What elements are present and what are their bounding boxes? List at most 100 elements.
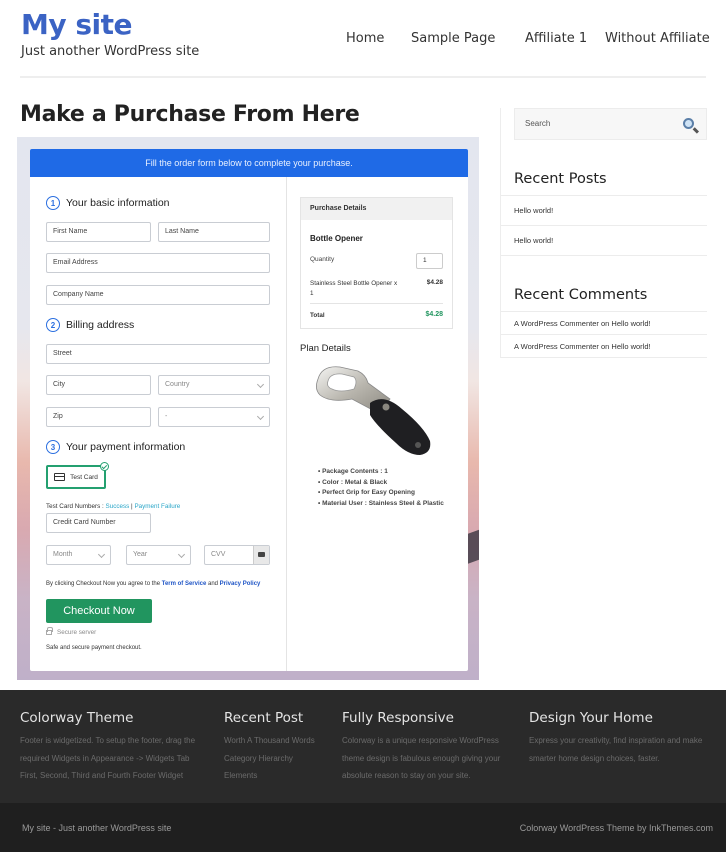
- footer-text: Colorway is a unique responsive WordPres…: [342, 736, 499, 745]
- footer-col-recent-post: Recent Post Worth A Thousand Words Categ…: [224, 710, 315, 785]
- nav-without-affiliate[interactable]: Without Affiliate: [605, 31, 710, 46]
- agree-text: By clicking Checkout Now you agree to th…: [46, 581, 162, 587]
- email-input[interactable]: Email Address: [46, 253, 270, 273]
- step-number: 2: [46, 318, 60, 332]
- step-number: 3: [46, 440, 60, 454]
- credit-card-icon: [54, 473, 66, 481]
- footer-link[interactable]: Category Hierarchy: [224, 750, 315, 768]
- footer-link[interactable]: Elements: [224, 767, 315, 785]
- nav-affiliate-1[interactable]: Affiliate 1: [525, 31, 587, 46]
- header-divider: [20, 76, 706, 78]
- chevron-down-icon: [256, 380, 265, 389]
- footer-text: required Widgets in Appearance -> Widget…: [20, 753, 190, 763]
- line-item-price: $4.28: [426, 279, 443, 286]
- state-select[interactable]: -: [158, 407, 270, 427]
- city-input[interactable]: City: [46, 375, 151, 395]
- last-name-input[interactable]: Last Name: [158, 222, 270, 242]
- recent-posts-title: Recent Posts: [514, 171, 607, 187]
- site-header: My site Just another WordPress site Home…: [0, 0, 726, 90]
- state-value: -: [165, 413, 168, 420]
- recent-comment-link[interactable]: A WordPress Commenter on Hello world!: [501, 312, 707, 335]
- country-value: Country: [165, 381, 190, 388]
- footer-widgets: Colorway Theme Footer is widgetized. To …: [0, 690, 726, 803]
- nav-sample-page[interactable]: Sample Page: [411, 31, 495, 46]
- safe-checkout-note: Safe and secure payment checkout.: [46, 645, 142, 651]
- quantity-label: Quantity: [310, 256, 335, 263]
- chevron-down-icon: [97, 550, 106, 559]
- company-input[interactable]: Company Name: [46, 285, 270, 305]
- first-name-input[interactable]: First Name: [46, 222, 151, 242]
- divider: [310, 303, 443, 304]
- total-label: Total: [310, 312, 325, 319]
- payment-method-label: Test Card: [70, 473, 98, 481]
- section-title: Your payment information: [66, 441, 186, 453]
- card-cvv-icon: [253, 546, 269, 564]
- nav-home[interactable]: Home: [346, 31, 384, 46]
- plan-feature: Perfect Grip for Easy Opening: [318, 488, 448, 499]
- footer-site-credit: My site - Just another WordPress site: [22, 823, 172, 833]
- recent-comments-title: Recent Comments: [514, 287, 648, 303]
- section-billing: 2 Billing address: [46, 318, 134, 332]
- footer-link[interactable]: Worth A Thousand Words: [224, 732, 315, 750]
- terms-link[interactable]: Term of Service: [162, 581, 207, 587]
- country-select[interactable]: Country: [158, 375, 270, 395]
- footer-col-design-home: Design Your Home Express your creativity…: [529, 710, 702, 767]
- success-link[interactable]: Success: [106, 503, 130, 510]
- section-basic-info: 1 Your basic information: [46, 196, 170, 210]
- bottle-opener-image: [316, 366, 431, 455]
- page-title: Make a Purchase From Here: [20, 102, 360, 127]
- search-icon[interactable]: [683, 118, 694, 129]
- footer-text: Footer is widgetized. To setup the foote…: [20, 736, 196, 745]
- month-value: Month: [53, 551, 73, 558]
- recent-post-link[interactable]: Hello world!: [501, 196, 707, 226]
- street-input[interactable]: Street: [46, 344, 270, 364]
- secure-server: Secure server: [57, 629, 97, 636]
- cvv-placeholder: CVV: [211, 551, 226, 558]
- payment-method-test-card[interactable]: Test Card: [46, 462, 109, 489]
- quantity-input[interactable]: 1: [416, 253, 443, 269]
- section-title: Your basic information: [66, 197, 170, 209]
- check-circle-icon: [100, 462, 109, 471]
- sidebar: Search Recent Posts Hello world! Hello w…: [500, 108, 707, 358]
- purchase-details-header: Purchase Details: [301, 198, 452, 220]
- search-placeholder: Search: [525, 119, 551, 128]
- step-number: 1: [46, 196, 60, 210]
- section-title: Billing address: [66, 319, 135, 331]
- plan-details-title: Plan Details: [300, 343, 351, 354]
- cvv-input[interactable]: CVV: [204, 545, 270, 565]
- zip-input[interactable]: Zip: [46, 407, 151, 427]
- footer-col-responsive: Fully Responsive Colorway is a unique re…: [342, 710, 500, 785]
- search-input[interactable]: Search: [514, 108, 707, 140]
- footer-col-colorway: Colorway Theme Footer is widgetized. To …: [20, 710, 195, 785]
- chevron-down-icon: [177, 550, 186, 559]
- recent-comment-link[interactable]: A WordPress Commenter on Hello world!: [501, 335, 707, 358]
- footer-bottom-bar: My site - Just another WordPress site Co…: [0, 803, 726, 852]
- footer-text: Express your creativity, find inspiratio…: [529, 736, 703, 745]
- footer-col-title: Design Your Home: [529, 710, 653, 726]
- month-select[interactable]: Month: [46, 545, 111, 565]
- test-card-numbers: Test Card Numbers : Success | Payment Fa…: [46, 503, 180, 510]
- footer-col-title: Recent Post: [224, 710, 304, 726]
- purchase-details: Purchase Details Bottle Opener Quantity …: [300, 197, 453, 329]
- year-value: Year: [133, 551, 148, 558]
- column-divider: [286, 177, 287, 671]
- privacy-link[interactable]: Privacy Policy: [220, 581, 261, 587]
- order-form-card: Fill the order form below to complete yo…: [30, 149, 468, 671]
- main-nav: Home Sample Page Affiliate 1 Without Aff…: [0, 31, 726, 51]
- footer-text: smarter home design choices, faster.: [529, 753, 660, 763]
- plan-feature: Package Contents : 1: [318, 467, 448, 478]
- checkout-now-button[interactable]: Checkout Now: [46, 599, 152, 623]
- line-item: Stainless Steel Bottle Opener x 1: [310, 280, 398, 297]
- test-numbers-label: Test Card Numbers :: [46, 503, 106, 510]
- plan-feature: Material User : Stainless Steel & Plasti…: [318, 499, 448, 510]
- payment-failure-link[interactable]: Payment Failure: [134, 503, 180, 510]
- product-name: Bottle Opener: [310, 234, 363, 243]
- form-banner: Fill the order form below to complete yo…: [30, 149, 468, 177]
- agree-and: and: [206, 581, 220, 587]
- total-value: $4.28: [425, 311, 443, 318]
- recent-post-link[interactable]: Hello world!: [501, 226, 707, 256]
- year-select[interactable]: Year: [126, 545, 191, 565]
- card-number-input[interactable]: Credit Card Number: [46, 513, 151, 533]
- footer-theme-credit[interactable]: Colorway WordPress Theme by InkThemes.co…: [520, 823, 713, 833]
- footer-text: absolute reason to stay on your site.: [342, 771, 471, 780]
